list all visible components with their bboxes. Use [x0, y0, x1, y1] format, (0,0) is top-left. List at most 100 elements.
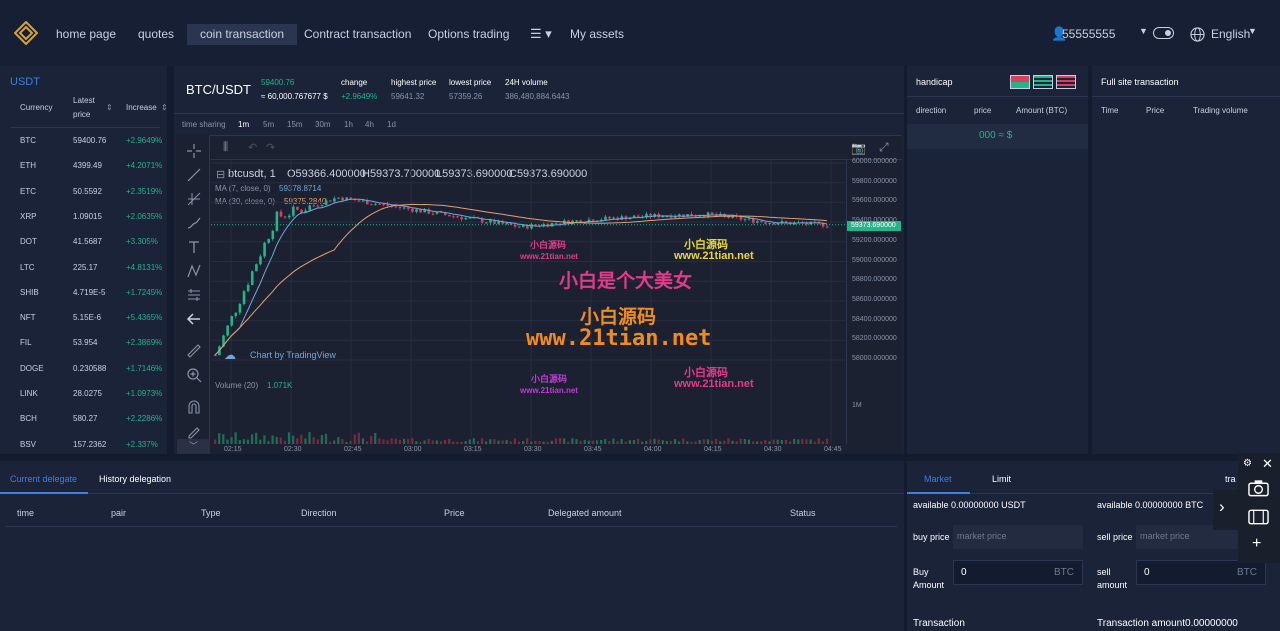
globe-icon[interactable] — [1190, 27, 1205, 42]
orderbook-both-icon[interactable] — [1010, 75, 1030, 89]
redo-icon[interactable]: ↷ — [266, 141, 275, 154]
market-row-price[interactable]: 580.27 — [73, 414, 97, 423]
tf-5m[interactable]: 5m — [263, 120, 274, 129]
toolbar-collapse-button[interactable]: ﹀ — [177, 439, 210, 454]
tradingview-credit[interactable]: Chart by TradingView — [250, 350, 336, 360]
user-id[interactable]: 55555555 — [1062, 24, 1115, 45]
close-icon[interactable]: ✕ — [1262, 456, 1273, 472]
market-row-price[interactable]: 4.719E-5 — [73, 288, 105, 297]
fullscreen-icon[interactable]: ⤢ — [879, 140, 889, 155]
tab-limit[interactable]: Limit — [992, 474, 1011, 484]
more-menu-icon[interactable]: ☰ ▾ — [530, 26, 552, 42]
zoom-in-icon[interactable] — [186, 367, 202, 383]
language-chevron-icon[interactable]: ▼ — [1248, 26, 1257, 36]
undo-icon[interactable]: ↶ — [248, 141, 257, 154]
market-row-price[interactable]: 50.5592 — [73, 187, 102, 196]
tab-current-delegate[interactable]: Current delegate — [10, 474, 77, 484]
market-row-price[interactable]: 1.09015 — [73, 212, 102, 221]
market-row-currency[interactable]: DOT — [20, 237, 37, 246]
chevron-right-icon[interactable]: › — [1219, 497, 1225, 517]
buy-amount-input[interactable]: 0 BTC — [953, 560, 1083, 585]
market-row-currency[interactable]: ETC — [20, 187, 36, 196]
market-row-currency[interactable]: LTC — [20, 263, 35, 272]
market-list-title[interactable]: USDT — [10, 76, 40, 88]
nav-quotes[interactable]: quotes — [138, 24, 174, 45]
nav-options-trading[interactable]: Options trading — [428, 24, 509, 45]
lock-drawing-icon[interactable] — [186, 424, 202, 440]
pattern-tool-icon[interactable] — [186, 263, 202, 279]
market-row-price[interactable]: 41.5687 — [73, 237, 102, 246]
market-row-increase[interactable]: +1.7245% — [126, 288, 162, 297]
tf-time-sharing[interactable]: time sharing — [182, 120, 226, 129]
market-row-price[interactable]: 225.17 — [73, 263, 97, 272]
snapshot-icon[interactable]: 📷 — [851, 141, 866, 155]
market-row-price[interactable]: 5.15E-6 — [73, 313, 101, 322]
orderbook-sell-icon[interactable] — [1056, 75, 1076, 89]
logo-icon[interactable] — [14, 21, 38, 45]
language-selector[interactable]: English — [1211, 24, 1250, 45]
market-row-increase[interactable]: +1.0973% — [126, 389, 162, 398]
market-row-currency[interactable]: BTC — [20, 136, 36, 145]
sort-price-icon[interactable]: ⇕ — [106, 103, 113, 112]
tab-market[interactable]: Market — [924, 474, 952, 484]
orderbook-buy-icon[interactable] — [1033, 75, 1053, 89]
market-row-increase[interactable]: +2.3869% — [126, 338, 162, 347]
market-row-price[interactable]: 53.954 — [73, 338, 97, 347]
tf-1d[interactable]: 1d — [387, 120, 396, 129]
sort-increase-icon[interactable]: ⇕ — [161, 103, 168, 112]
tab-more[interactable]: tra — [1225, 474, 1236, 484]
market-row-price[interactable]: 0.230588 — [73, 364, 106, 373]
market-row-increase[interactable]: +4.2071% — [126, 161, 162, 170]
market-row-increase[interactable]: +2.9649% — [126, 136, 162, 145]
trend-line-icon[interactable] — [186, 167, 202, 183]
brush-icon[interactable] — [186, 215, 202, 231]
theme-chevron-icon[interactable]: ▼ — [1139, 26, 1148, 36]
nav-coin-transaction[interactable]: coin transaction — [187, 24, 298, 45]
nav-my-assets[interactable]: My assets — [570, 24, 624, 45]
tf-1m[interactable]: 1m — [238, 120, 249, 129]
expand-panel-button[interactable] — [1213, 490, 1238, 530]
fib-tool-icon[interactable] — [186, 191, 202, 207]
theme-toggle[interactable] — [1153, 27, 1174, 39]
market-row-currency[interactable]: FIL — [20, 338, 32, 347]
candle-type-icon[interactable]: ⫼ — [223, 141, 228, 154]
market-row-increase[interactable]: +4.8131% — [126, 263, 162, 272]
back-arrow-icon[interactable] — [186, 311, 202, 327]
market-row-price[interactable]: 28.0275 — [73, 389, 102, 398]
ruler-icon[interactable] — [186, 343, 202, 359]
add-icon[interactable]: + — [1252, 535, 1261, 553]
market-row-currency[interactable]: BCH — [20, 414, 37, 423]
nav-home[interactable]: home page — [56, 24, 116, 45]
market-row-currency[interactable]: NFT — [20, 313, 36, 322]
market-row-price[interactable]: 4399.49 — [73, 161, 102, 170]
market-row-currency[interactable]: SHIB — [20, 288, 39, 297]
market-row-increase[interactable]: +2.3519% — [126, 187, 162, 196]
tf-4h[interactable]: 4h — [365, 120, 374, 129]
video-record-icon[interactable] — [1248, 509, 1269, 525]
settings-gear-icon[interactable]: ⚙ — [1243, 458, 1252, 469]
sell-amount-input[interactable]: 0 BTC — [1136, 560, 1266, 585]
market-row-increase[interactable]: +5.4365% — [126, 313, 162, 322]
market-row-price[interactable]: 59400.76 — [73, 136, 106, 145]
market-row-increase[interactable]: +1.7146% — [126, 364, 162, 373]
tf-30m[interactable]: 30m — [315, 120, 331, 129]
buy-price-input[interactable]: market price — [953, 525, 1083, 549]
magnet-icon[interactable] — [186, 399, 202, 415]
market-row-currency[interactable]: ETH — [20, 161, 36, 170]
market-row-currency[interactable]: DOGE — [20, 364, 44, 373]
camera-icon[interactable] — [1248, 479, 1269, 497]
tradingview-logo-icon[interactable]: ☁ — [224, 348, 236, 362]
market-row-increase[interactable]: +3.305% — [126, 237, 158, 246]
market-row-currency[interactable]: BSV — [20, 440, 36, 449]
tf-1h[interactable]: 1h — [344, 120, 353, 129]
market-row-price[interactable]: 157.2362 — [73, 440, 106, 449]
market-row-increase[interactable]: +2.337% — [126, 440, 158, 449]
tf-15m[interactable]: 15m — [287, 120, 303, 129]
market-row-increase[interactable]: +2.0635% — [126, 212, 162, 221]
text-tool-icon[interactable] — [186, 239, 202, 255]
market-row-currency[interactable]: XRP — [20, 212, 36, 221]
prediction-tool-icon[interactable] — [186, 287, 202, 303]
market-row-increase[interactable]: +2.2286% — [126, 414, 162, 423]
market-row-currency[interactable]: LINK — [20, 389, 38, 398]
nav-contract-transaction[interactable]: Contract transaction — [304, 24, 411, 45]
